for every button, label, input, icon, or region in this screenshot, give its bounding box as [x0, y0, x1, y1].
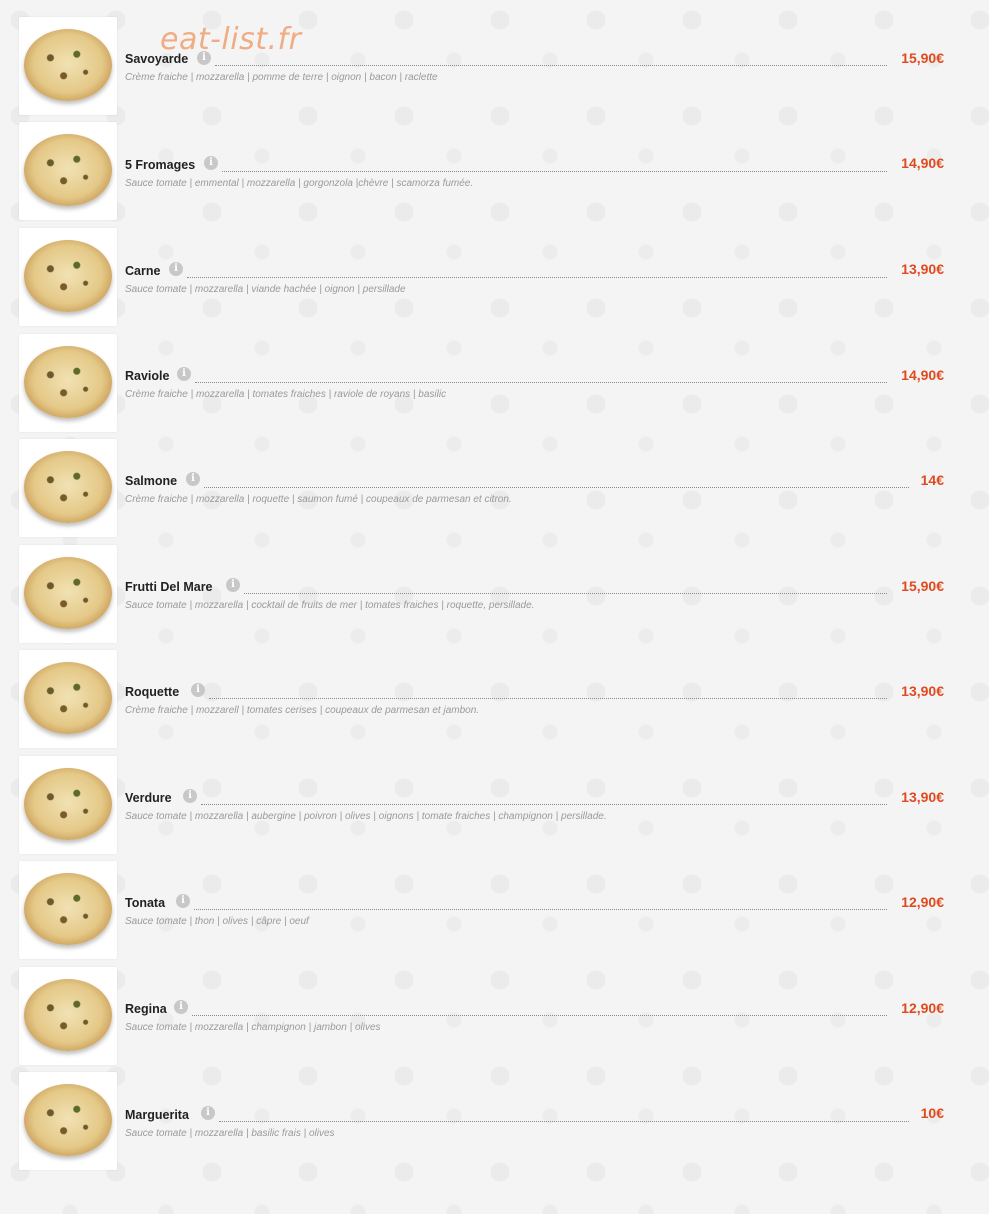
dot-leader [244, 593, 887, 594]
item-price: 10€ [920, 1105, 944, 1121]
item-description: Sauce tomate | mozzarella | basilic frai… [125, 1128, 335, 1139]
menu-item[interactable]: Carne i 13,90€ Sauce tomate | mozzarella… [0, 228, 989, 326]
pizza-image[interactable] [19, 1072, 117, 1170]
pizza-image[interactable] [19, 650, 117, 748]
watermark: eat-list.fr [160, 22, 302, 57]
info-icon[interactable]: i [186, 472, 200, 486]
info-icon[interactable]: i [191, 683, 205, 697]
pizza-image[interactable] [19, 545, 117, 643]
item-name: Regina [125, 1002, 167, 1016]
pizza-image[interactable] [19, 756, 117, 854]
dot-leader [209, 698, 887, 699]
menu-item[interactable]: Roquette i 13,90€ Crème fraiche | mozzar… [0, 650, 989, 748]
item-description: Crème fraiche | mozzarella | roquette | … [125, 494, 512, 505]
menu-item[interactable]: Salmone i 14€ Crème fraiche | mozzarella… [0, 439, 989, 537]
info-icon[interactable]: i [176, 894, 190, 908]
pizza-image[interactable] [19, 967, 117, 1065]
item-price: 15,90€ [901, 50, 944, 66]
dot-leader [215, 65, 887, 66]
pizza-image[interactable] [19, 122, 117, 220]
item-description: Crème fraiche | mozzarell | tomates ceri… [125, 705, 480, 716]
dot-leader [204, 487, 909, 488]
menu-item[interactable]: Marguerita i 10€ Sauce tomate | mozzarel… [0, 1072, 989, 1170]
item-description: Sauce tomate | mozzarella | cocktail de … [125, 600, 535, 611]
dot-leader [194, 909, 887, 910]
dot-leader [201, 804, 887, 805]
info-icon[interactable]: i [169, 262, 183, 276]
item-description: Sauce tomate | mozzarella | viande haché… [125, 284, 406, 295]
item-name: Marguerita [125, 1108, 189, 1122]
item-price: 13,90€ [901, 683, 944, 699]
item-price: 12,90€ [901, 1000, 944, 1016]
dot-leader [192, 1015, 887, 1016]
item-name: Roquette [125, 685, 180, 699]
item-name: 5 Fromages [125, 158, 196, 172]
menu-item[interactable]: Regina i 12,90€ Sauce tomate | mozzarell… [0, 967, 989, 1065]
item-description: Sauce tomate | mozzarella | aubergine | … [125, 811, 607, 822]
menu-item[interactable]: Tonata i 12,90€ Sauce tomate | thon | ol… [0, 861, 989, 959]
pizza-image[interactable] [19, 439, 117, 537]
item-name: Salmone [125, 474, 178, 488]
pizza-image[interactable] [19, 228, 117, 326]
item-name: Carne [125, 264, 161, 278]
menu-item[interactable]: Verdure i 13,90€ Sauce tomate | mozzarel… [0, 756, 989, 854]
item-name: Tonata [125, 896, 166, 910]
item-description: Sauce tomate | emmental | mozzarella | g… [125, 178, 474, 189]
item-description: Crème fraiche | mozzarella | tomates fra… [125, 389, 447, 400]
info-icon[interactable]: i [204, 156, 218, 170]
info-icon[interactable]: i [177, 367, 191, 381]
menu-item[interactable]: 5 Fromages i 14,90€ Sauce tomate | emmen… [0, 122, 989, 220]
info-icon[interactable]: i [183, 789, 197, 803]
pizza-image[interactable] [19, 334, 117, 432]
pizza-image[interactable] [19, 861, 117, 959]
dot-leader [187, 277, 887, 278]
item-price: 12,90€ [901, 894, 944, 910]
item-description: Sauce tomate | thon | olives | câpre | o… [125, 916, 309, 927]
dot-leader [195, 382, 887, 383]
item-description: Crème fraiche | mozzarella | pomme de te… [125, 72, 438, 83]
item-description: Sauce tomate | mozzarella | champignon |… [125, 1022, 381, 1033]
item-price: 13,90€ [901, 261, 944, 277]
dot-leader [222, 171, 887, 172]
item-price: 13,90€ [901, 789, 944, 805]
item-name: Raviole [125, 369, 170, 383]
info-icon[interactable]: i [201, 1106, 215, 1120]
info-icon[interactable]: i [174, 1000, 188, 1014]
menu-item[interactable]: Raviole i 14,90€ Crème fraiche | mozzare… [0, 334, 989, 432]
item-price: 14€ [920, 472, 944, 488]
pizza-image[interactable] [19, 17, 117, 115]
item-name: Frutti Del Mare [125, 580, 213, 594]
item-price: 15,90€ [901, 578, 944, 594]
item-name: Verdure [125, 791, 172, 805]
info-icon[interactable]: i [226, 578, 240, 592]
menu-item[interactable]: Savoyarde i 15,90€ Crème fraiche | mozza… [0, 17, 989, 115]
item-price: 14,90€ [901, 155, 944, 171]
item-price: 14,90€ [901, 367, 944, 383]
dot-leader [219, 1121, 909, 1122]
menu-item[interactable]: Frutti Del Mare i 15,90€ Sauce tomate | … [0, 545, 989, 643]
